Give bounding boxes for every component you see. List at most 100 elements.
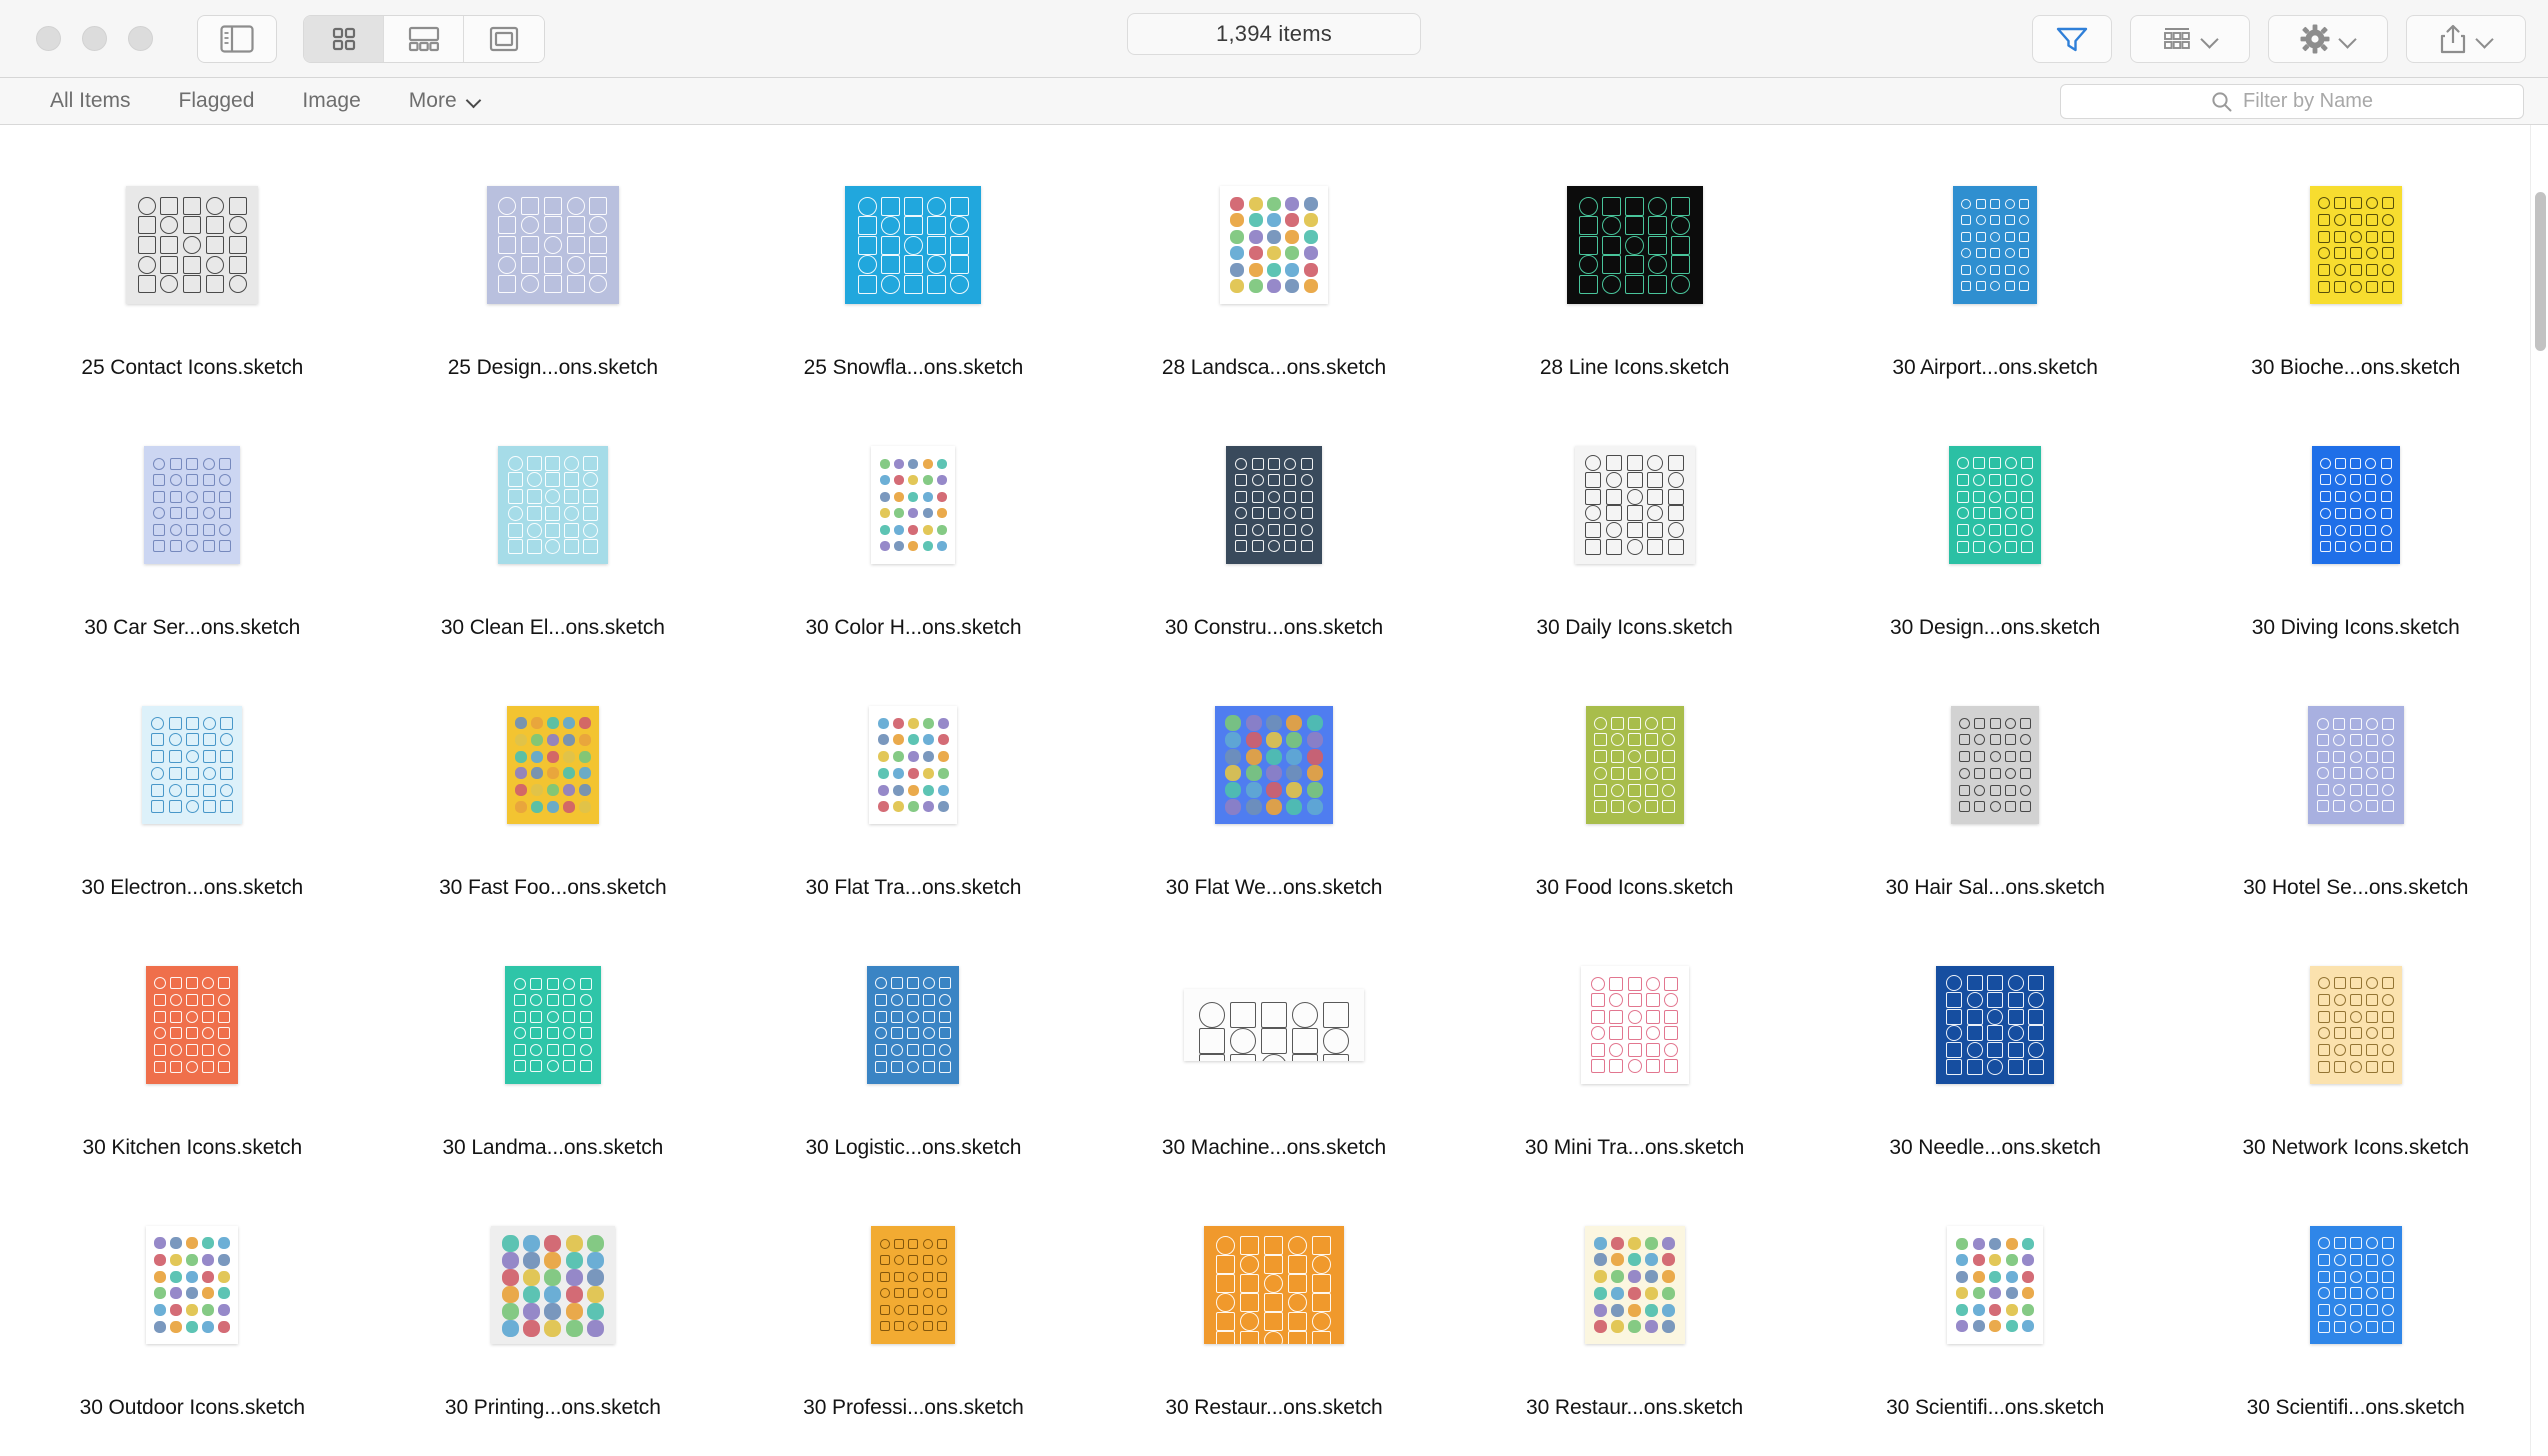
thumbnail-glyph [1245, 782, 1262, 799]
finder-window: 1,394 items All Items Flagged Image More… [0, 0, 2548, 1456]
filter-button[interactable] [2032, 14, 2112, 63]
file-item[interactable]: 30 Needle...ons.sketch [1815, 927, 2176, 1187]
file-item[interactable]: 30 Design...ons.sketch [1815, 407, 2176, 667]
file-item[interactable]: 30 Kitchen Icons.sketch [12, 927, 373, 1187]
thumbnail-glyph [154, 1010, 167, 1023]
thumbnail-glyph [589, 275, 608, 294]
thumbnail-glyph [2027, 1008, 2044, 1025]
thumbnail-glyph [498, 196, 517, 215]
thumbnail-glyph [950, 216, 970, 235]
thumbnail-glyph [922, 508, 933, 519]
thumbnail-glyph [2020, 784, 2032, 796]
file-item[interactable]: 30 Network Icons.sketch [2175, 927, 2536, 1187]
file-item[interactable]: 25 Contact Icons.sketch [12, 147, 373, 407]
file-thumbnail [2309, 1226, 2402, 1344]
tab-icon-view[interactable] [304, 15, 384, 62]
thumbnail-glyph [922, 475, 933, 486]
thumbnail-glyph [2381, 1287, 2394, 1300]
file-item[interactable]: 30 Color H...ons.sketch [733, 407, 1094, 667]
sidebar-toggle-button[interactable] [197, 14, 277, 63]
thumbnail-glyph [1959, 767, 1971, 779]
file-item[interactable]: 30 Flat Tra...ons.sketch [733, 667, 1094, 927]
file-item[interactable]: 30 Food Icons.sketch [1454, 667, 1815, 927]
thumbnail-glyph [903, 216, 923, 235]
file-item[interactable]: 30 Daily Icons.sketch [1454, 407, 1815, 667]
thumbnail-glyph [879, 458, 890, 469]
thumbnail-glyph [1974, 717, 1986, 729]
file-item[interactable]: 30 Scientifi...ons.sketch [2175, 1187, 2536, 1447]
thumbnail-glyph [160, 216, 179, 235]
thumbnail-glyph [578, 801, 591, 814]
file-thumbnail-wrap [497, 407, 608, 603]
file-item[interactable]: 25 Snowfla...ons.sketch [733, 147, 1094, 407]
filter-chip-label: Flagged [178, 89, 255, 112]
search-field[interactable]: Filter by Name [2060, 84, 2524, 119]
thumbnail-glyph [1605, 471, 1622, 488]
file-thumbnail [1574, 446, 1695, 564]
file-item[interactable]: 30 Car Ser...ons.sketch [12, 407, 373, 667]
file-item[interactable]: 30 Outdoor Icons.sketch [12, 1187, 373, 1447]
close-button[interactable] [36, 26, 61, 51]
zoom-button[interactable] [128, 26, 153, 51]
filter-chip-all-items[interactable]: All Items [26, 89, 155, 113]
thumbnail-glyph [1306, 782, 1323, 799]
file-item[interactable]: 30 Airport...ons.sketch [1815, 147, 2176, 407]
filter-chip-image[interactable]: Image [278, 89, 384, 113]
file-item[interactable]: 28 Landsca...ons.sketch [1094, 147, 1455, 407]
file-item[interactable]: 30 Bioche...ons.sketch [2175, 147, 2536, 407]
file-item[interactable]: 30 Logistic...ons.sketch [733, 927, 1094, 1187]
thumbnail-glyph [586, 1286, 604, 1303]
group-by-button[interactable] [2130, 14, 2250, 63]
thumbnail-glyph [2316, 717, 2329, 730]
thumbnail-glyph [2021, 541, 2034, 554]
file-item[interactable]: 30 Electron...ons.sketch [12, 667, 373, 927]
file-grid-container[interactable]: 25 Contact Icons.sketch 25 Design...ons.s… [0, 125, 2548, 1456]
file-item[interactable]: 30 Clean El...ons.sketch [373, 407, 734, 667]
thumbnail-glyph [891, 993, 904, 1006]
file-item[interactable]: 30 Flat We...ons.sketch [1094, 667, 1455, 927]
thumbnail-glyph [908, 524, 919, 535]
tab-gallery-view[interactable] [464, 15, 544, 62]
file-thumbnail-wrap [490, 1187, 615, 1383]
thumbnail-glyph [507, 472, 523, 488]
file-thumbnail-wrap [2307, 667, 2404, 863]
file-item[interactable]: 30 Landma...ons.sketch [373, 927, 734, 1187]
filter-bar: All Items Flagged Image More Filter by N… [0, 78, 2548, 125]
file-item[interactable]: 30 Hair Sal...ons.sketch [1815, 667, 2176, 927]
file-item[interactable]: 28 Line Icons.sketch [1454, 147, 1815, 407]
thumbnail-glyph [183, 216, 202, 235]
thumbnail-glyph [1647, 471, 1664, 488]
share-button[interactable] [2406, 14, 2526, 63]
thumbnail-glyph [183, 196, 202, 215]
file-item[interactable]: 30 Scientifi...ons.sketch [1815, 1187, 2176, 1447]
thumbnail-glyph [2317, 1027, 2330, 1040]
thumbnail-glyph [202, 750, 216, 764]
thumbnail-glyph [202, 1304, 215, 1317]
filter-chip-more[interactable]: More [385, 89, 505, 113]
grouping-icon [2164, 27, 2190, 49]
thumbnail-glyph [1975, 215, 1986, 226]
filter-chip-flagged[interactable]: Flagged [155, 89, 279, 113]
minimize-button[interactable] [82, 26, 107, 51]
action-button[interactable] [2268, 14, 2388, 63]
thumbnail-glyph [1990, 198, 2001, 209]
thumbnail-glyph [1584, 454, 1601, 471]
file-item[interactable]: 30 Restaur...ons.sketch [1454, 1187, 1815, 1447]
file-item[interactable]: 30 Fast Foo...ons.sketch [373, 667, 734, 927]
thumbnail-glyph [186, 1270, 199, 1283]
file-item[interactable]: 30 Constru...ons.sketch [1094, 407, 1455, 667]
scrollbar-thumb[interactable] [2535, 191, 2546, 352]
vertical-scrollbar[interactable] [2530, 125, 2548, 1456]
file-item[interactable]: 25 Design...ons.sketch [373, 147, 734, 407]
file-item[interactable]: 30 Printing...ons.sketch [373, 1187, 734, 1447]
file-label: 30 Constru...ons.sketch [1164, 616, 1384, 639]
file-item[interactable]: 30 Professi...ons.sketch [733, 1187, 1094, 1447]
file-item[interactable]: 30 Restaur...ons.sketch [1094, 1187, 1455, 1447]
file-item[interactable]: 30 Mini Tra...ons.sketch [1454, 927, 1815, 1187]
file-item[interactable]: 30 Machine...ons.sketch [1094, 927, 1455, 1187]
file-item[interactable]: 30 Hotel Se...ons.sketch [2175, 667, 2536, 927]
file-item[interactable]: 30 Diving Icons.sketch [2175, 407, 2536, 667]
tab-list-view[interactable] [384, 15, 464, 62]
thumbnail-glyph [579, 1060, 592, 1073]
thumbnail-glyph [589, 216, 608, 235]
